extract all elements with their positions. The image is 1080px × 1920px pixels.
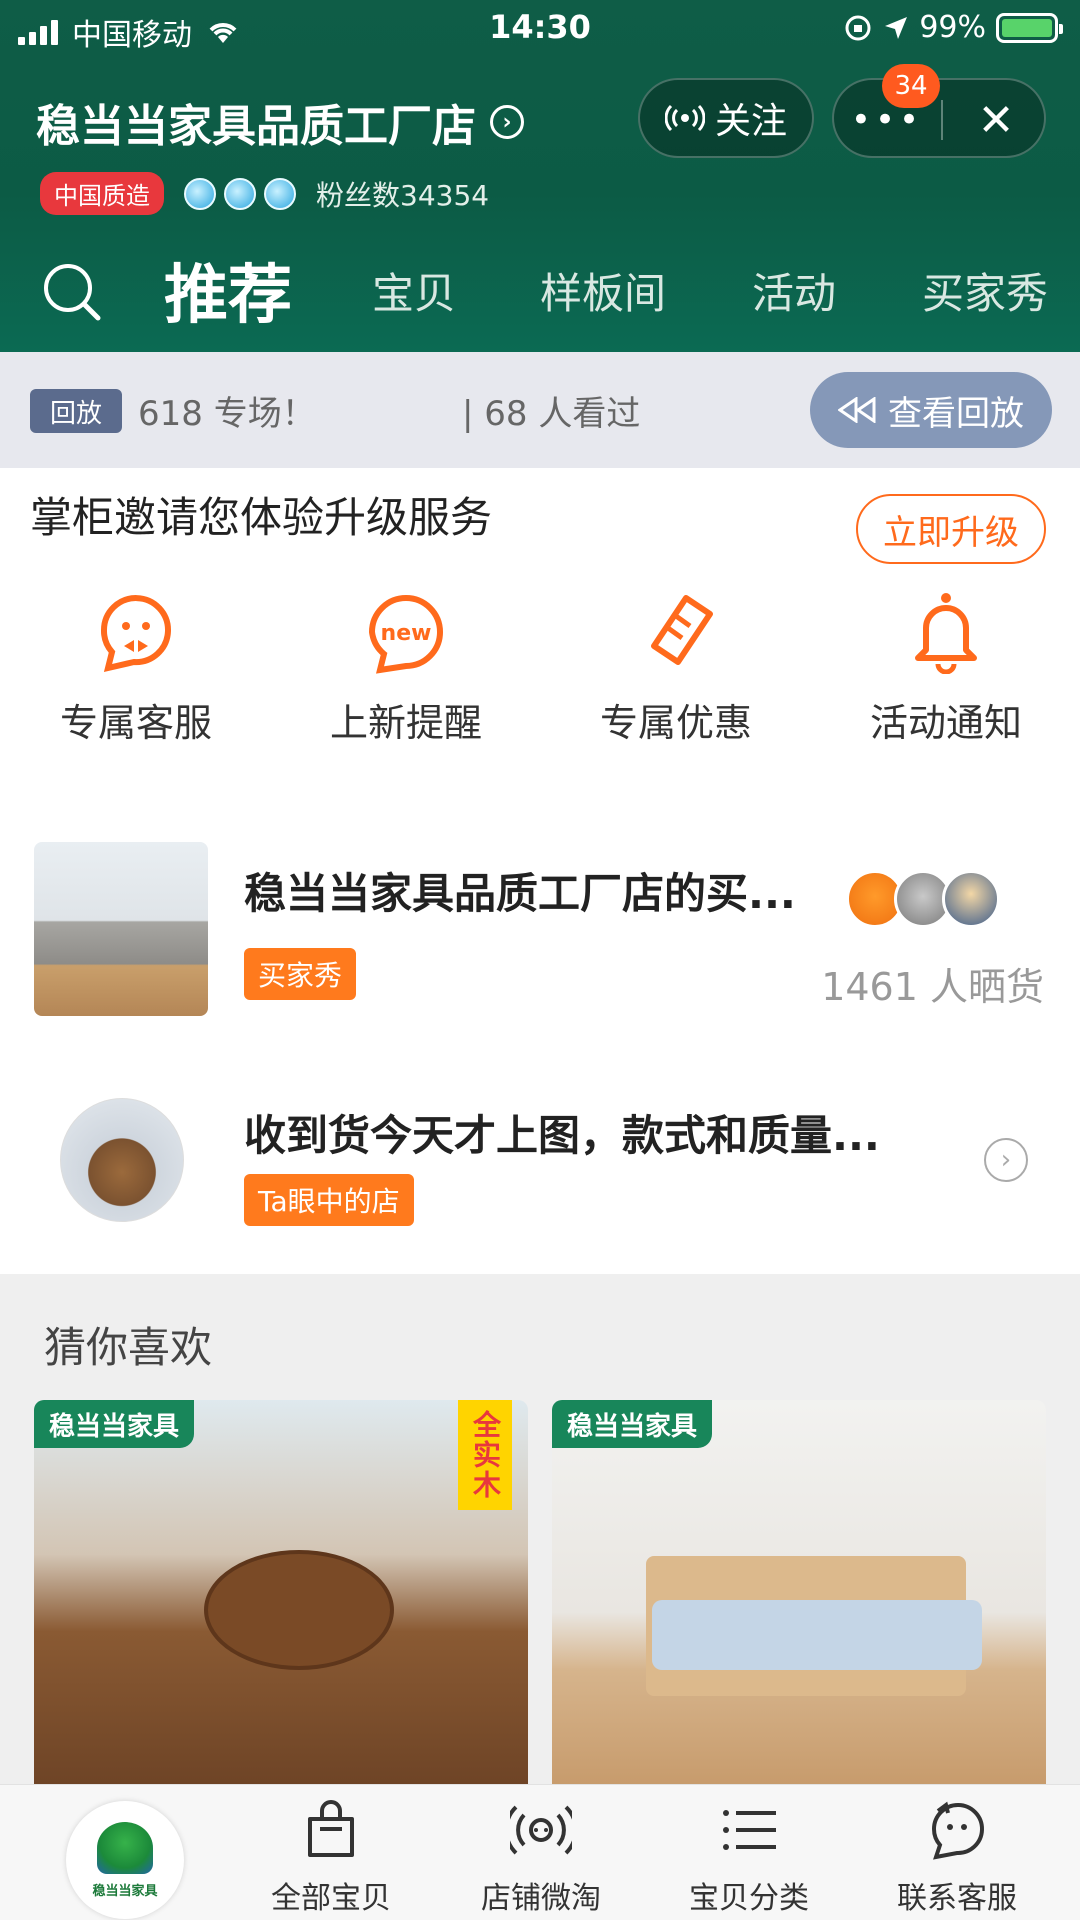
tab-bar: 推荐 宝贝 样板间 活动 买家秀 [0,240,1080,340]
tab-buyer-show[interactable]: 买家秀 [922,240,1080,340]
view-replay-button[interactable]: 查看回放 [810,372,1052,448]
nav-categories[interactable]: 宝贝分类 [664,1799,834,1917]
tab-activities[interactable]: 活动 [752,240,836,340]
shop-name[interactable]: 稳当当家具品质工厂店 › [36,90,524,154]
guess-title: 猜你喜欢 [44,1323,213,1372]
broadcast-icon [664,104,705,132]
buyer-show-card[interactable]: 稳当当家具品质工厂店的买... 买家秀 1461 人晒货 [0,840,1080,1018]
review-card[interactable]: 收到货今天才上图，款式和质量... Ta眼中的店 › [0,1090,1080,1230]
guess-you-like-section: 猜你喜欢 稳当当家具 全实木 稳当当家具 [0,1274,1080,1786]
review-thumbnail [60,1098,184,1222]
follow-button[interactable]: 关注 [638,78,814,158]
upgrade-title: 掌柜邀请您体验升级服务 [30,493,493,542]
logo-text: 稳当当家具 [92,1883,158,1899]
avatar [942,870,1000,928]
bottom-nav: 稳当当家具 全部宝贝 店铺微淘 宝贝分类 联系客服 [0,1784,1080,1920]
shop-meta: 中国质造 粉丝数34354 [40,172,489,215]
chevron-right-icon: › [490,105,524,139]
location-icon [885,16,908,39]
buyer-show-thumbnail [34,842,208,1016]
nav-label: 店铺微淘 [481,1881,601,1916]
service-coupon[interactable]: 专属优惠 [566,590,786,747]
buyer-show-count: 1461 人晒货 [821,965,1044,1009]
shop-rating [184,177,296,210]
shop-logo[interactable]: 稳当当家具 [66,1801,184,1919]
tab-showroom[interactable]: 样板间 [540,240,666,340]
bag-icon [308,1800,354,1857]
tab-items[interactable]: 宝贝 [372,240,456,340]
nav-label: 全部宝贝 [271,1881,391,1916]
nav-all-items[interactable]: 全部宝贝 [246,1799,416,1917]
shop-header: 中国移动 14:30 99% 稳当当家具品质工厂店 › 关注 ••• ✕ 34 … [0,0,1080,352]
follow-label: 关注 [714,101,787,142]
review-tag: Ta眼中的店 [244,1174,414,1226]
live-replay-bar[interactable]: 回放 618 专场！ | 68 人看过 查看回放 [0,352,1080,468]
service-label: 上新提醒 [329,701,482,745]
quality-tag: 中国质造 [40,172,164,215]
chevron-right-icon[interactable]: › [984,1138,1028,1182]
bell-icon [915,593,977,674]
buyer-show-tag: 买家秀 [244,948,357,1000]
service-new-arrival[interactable]: new 上新提醒 [296,590,516,747]
new-arrival-icon: new [368,595,443,674]
review-title: 收到货今天才上图，款式和质量... [244,1111,880,1160]
nav-label: 宝贝分类 [689,1881,809,1916]
shop-name-text: 稳当当家具品质工厂店 [36,101,476,152]
service-label: 专属优惠 [599,701,752,745]
crown-icon [264,177,296,210]
svg-text:new: new [381,621,432,646]
rotation-lock-icon [845,15,871,40]
service-customer-service[interactable]: 专属客服 [26,590,246,747]
nav-label: 联系客服 [897,1881,1017,1916]
tab-recommend[interactable]: 推荐 [164,240,292,340]
chat-icon [931,1801,984,1860]
product-card-dining-table[interactable]: 稳当当家具 全实木 [34,1400,528,1786]
close-button[interactable]: ✕ [944,80,1048,160]
logo-icon [97,1821,153,1874]
notification-badge: 34 [882,64,940,108]
broadcast-icon [510,1805,572,1855]
upgrade-button[interactable]: 立即升级 [856,494,1046,564]
service-label: 专属客服 [59,701,212,745]
list-icon [723,1810,776,1850]
battery-percent: 99% [919,10,986,45]
product-image [204,1550,394,1670]
capsule-divider [941,100,943,140]
service-label: 活动通知 [869,701,1022,745]
status-right: 99% [843,10,1063,45]
buyer-avatars [846,870,1006,930]
brand-tag: 稳当当家具 [34,1400,194,1448]
fans-count: 粉丝数34354 [316,178,490,212]
live-views: | 68 人看过 [462,394,641,434]
nav-contact-service[interactable]: 联系客服 [872,1799,1042,1917]
brand-tag: 稳当当家具 [552,1400,712,1448]
rewind-icon [838,397,876,423]
product-image-detail [652,1600,982,1670]
product-card-bed[interactable]: 稳当当家具 [552,1400,1046,1786]
battery-icon [996,12,1063,43]
crown-icon [224,177,256,210]
replay-tag: 回放 [30,389,122,433]
customer-service-icon [101,595,171,673]
service-notification[interactable]: 活动通知 [836,590,1056,747]
crown-icon [184,177,216,210]
coupon-icon [651,595,713,665]
service-list: 专属客服 new 上新提醒 专属优惠 活动通知 [0,590,1080,750]
search-icon[interactable] [42,262,102,322]
live-title: 618 专场！ [138,394,316,434]
solid-wood-badge: 全实木 [458,1400,512,1510]
nav-shop-feed[interactable]: 店铺微淘 [456,1799,626,1917]
buyer-show-title: 稳当当家具品质工厂店的买... [244,869,796,918]
status-bar: 中国移动 14:30 99% [0,0,1080,56]
view-replay-label: 查看回放 [888,393,1024,434]
